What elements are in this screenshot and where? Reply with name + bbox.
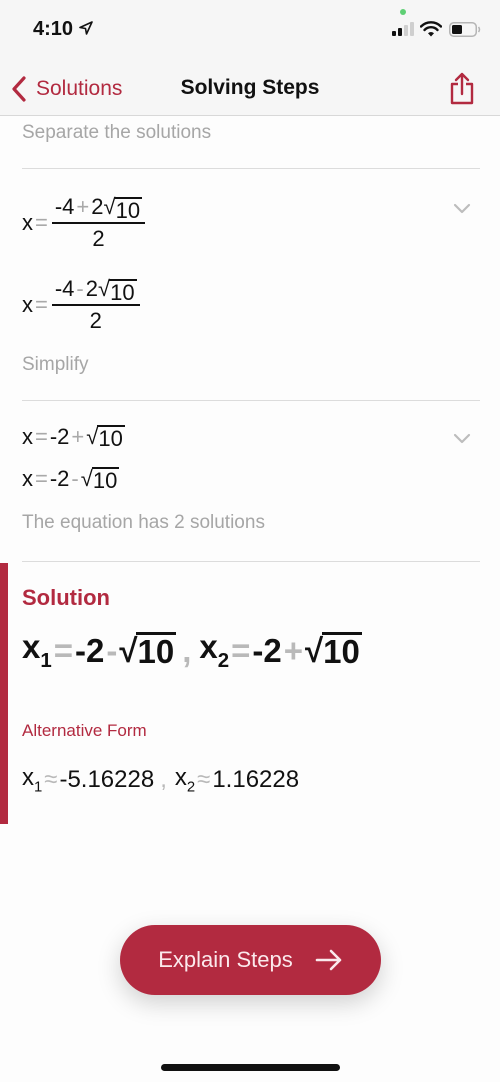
x1-variable: x1 [22,764,43,796]
solution-title: Solution [22,585,110,610]
fraction: -4 + 2 √ 10 2 [51,192,146,254]
operator: - [71,466,79,491]
variable: x [22,424,33,449]
coefficient: 2 [91,194,104,219]
step-caption-solutions-count: The equation has 2 solutions [22,512,265,533]
radicand: 10 [109,278,137,305]
term: -2 [75,631,105,669]
divider [22,168,480,169]
radicand: 10 [322,631,362,670]
term: -2 [252,631,282,669]
equals-sign: = [35,466,48,491]
home-indicator[interactable] [161,1064,340,1071]
radicand: 10 [91,466,120,493]
chevron-down-icon[interactable] [452,432,472,446]
variable: x [22,210,33,235]
step2-equation-1: x = -4 + 2 √ 10 2 [22,192,146,254]
step-caption-separate: Separate the solutions [22,122,212,143]
radicand: 10 [114,196,143,223]
equals-sign: = [53,631,74,669]
operator: - [76,276,84,301]
approx-sign: ≈ [197,765,211,793]
step-caption-simplify: Simplify [22,354,89,375]
variable: x [22,292,33,317]
status-time: 4:10 [33,18,74,40]
numerator: -4 - 2 √ 10 [51,274,140,306]
denominator: 2 [92,226,105,251]
square-root: √ 10 [119,631,177,670]
term: -4 [54,194,75,219]
solution-accent-bar [0,563,8,824]
signal-icon [392,22,414,36]
square-root: √ 10 [305,631,362,670]
equals-sign: = [35,292,48,317]
arrow-right-icon [315,949,342,971]
x2-value: 1.16228 [212,765,300,793]
radicand: 10 [97,424,125,451]
operator: + [71,424,85,449]
square-root: √ 10 [98,276,137,305]
location-arrow-icon [79,21,93,35]
variable: x [22,466,33,491]
chevron-left-icon [12,76,26,102]
numerator: -4 + 2 √ 10 [51,192,146,224]
explain-steps-button[interactable]: Explain Steps [120,925,381,995]
x2-variable: x2 [174,764,196,796]
battery-icon [449,22,481,37]
radicand: 10 [136,631,177,670]
privacy-indicator-dot [400,9,406,15]
x1-value: -5.16228 [59,765,155,793]
term: -2 [49,424,70,449]
operator: - [106,631,118,669]
square-root: √ 10 [80,466,120,493]
step3-equation-2: x = -2 - √ 10 [22,466,120,493]
approx-sign: ≈ [44,765,58,793]
x2-variable: x2 [199,628,230,673]
coefficient: 2 [85,276,98,301]
operator: + [76,194,90,219]
square-root: √ 10 [103,194,143,223]
equals-sign: = [35,210,48,235]
equals-sign: = [35,424,48,449]
equals-sign: = [231,631,251,669]
back-button-label: Solutions [36,77,123,100]
wifi-icon [420,21,442,37]
back-button[interactable]: Solutions [10,74,122,104]
x1-variable: x1 [22,628,52,673]
separator: , [160,765,167,793]
explain-steps-label: Explain Steps [158,947,293,972]
divider [22,561,480,562]
step3-equation-1: x = -2 + √ 10 [22,424,125,450]
share-icon[interactable] [449,72,475,106]
term: -4 [54,276,75,301]
square-root: √ 10 [86,424,125,451]
chevron-down-icon[interactable] [452,202,472,216]
navigation-bar: Solutions Solving Steps [0,62,500,116]
divider [22,400,480,401]
denominator: 2 [89,308,102,333]
separator: , [182,631,192,669]
step2-equation-2: x = -4 - 2 √ 10 2 [22,274,140,336]
fraction: -4 - 2 √ 10 2 [51,274,140,336]
status-bar: 4:10 [0,0,500,62]
alternative-form-equation: x1 ≈ -5.16228 , x2 ≈ 1.16228 [22,764,299,796]
solution-equation: x1 = -2 - √ 10 , x2 = -2 + √ 10 [22,628,362,673]
alternative-form-title: Alternative Form [22,721,147,740]
term: -2 [49,466,70,491]
operator: + [283,631,304,669]
